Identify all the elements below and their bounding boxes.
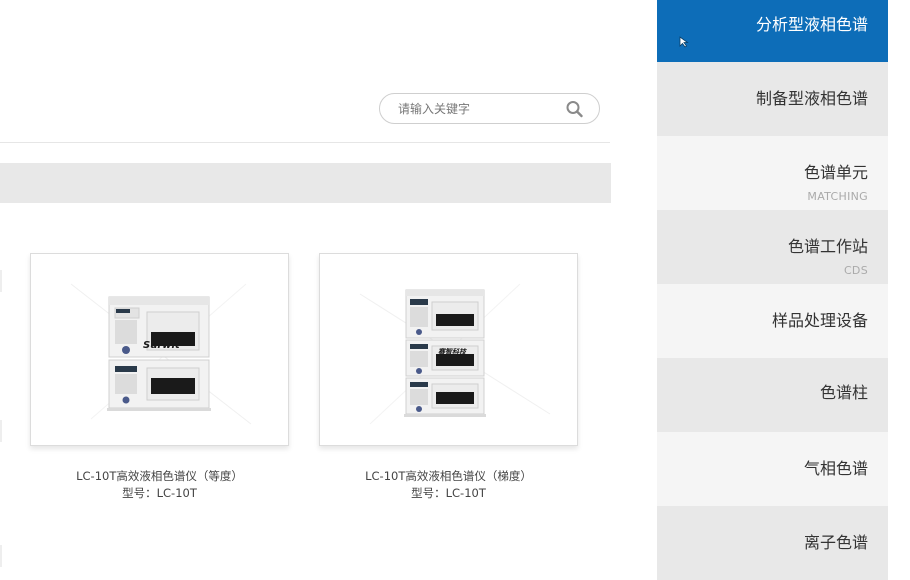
sidebar-item-preparative-lc[interactable]: 制备型液相色谱 [657,62,888,136]
edge-mark [0,545,2,567]
sidebar-item-label: 制备型液相色谱 [755,89,868,108]
sidebar-item-label: 色谱柱 [819,383,868,402]
search-icon[interactable] [565,100,585,118]
product-card[interactable]: 赛智科技 LC-10T高效液相色谱仪（梯度） 型号：LC-10T [319,253,578,502]
product-name[interactable]: LC-10T高效液相色谱仪（梯度） [319,468,578,485]
sidebar-item-cds[interactable]: 色谱工作站 CDS [657,210,888,284]
hplc-isocratic-instrument-image: Surwit [70,283,252,425]
sidebar-item-label: 样品处理设备 [771,311,868,330]
sidebar-item-chromatography-units[interactable]: 色谱单元 MATCHING [657,136,888,210]
sidebar-item-sublabel: MATCHING [807,190,868,203]
product-model: 型号：LC-10T [122,486,197,500]
category-title-bar [0,163,611,203]
sidebar-item-ion-chromatography[interactable]: 离子色谱 [657,506,888,580]
brand-text: Surwit [143,340,181,351]
edge-mark [0,270,2,292]
header-divider [0,142,610,143]
sidebar-item-label: 色谱单元 [803,163,868,182]
search-box [379,93,600,124]
product-model: 型号：LC-10T [411,486,486,500]
sidebar-item-label: 离子色谱 [803,533,868,552]
product-card[interactable]: Surwit LC-10T高效液相色谱仪（等度） 型号：LC-10T [30,253,289,502]
product-image-frame[interactable]: 赛智科技 [319,253,578,446]
product-caption: LC-10T高效液相色谱仪（梯度） 型号：LC-10T [319,468,578,502]
sidebar-item-columns[interactable]: 色谱柱 [657,358,888,432]
sidebar-item-label: 气相色谱 [803,459,868,478]
edge-mark [0,420,2,442]
product-image-frame[interactable]: Surwit [30,253,289,446]
sidebar-item-analytical-lc[interactable]: 分析型液相色谱 [657,0,888,62]
sidebar-item-sublabel: CDS [843,264,868,277]
product-name[interactable]: LC-10T高效液相色谱仪（等度） [30,468,289,485]
mouse-cursor-icon [679,36,689,48]
sidebar-item-label: 色谱工作站 [787,237,868,256]
search-input[interactable] [398,100,558,118]
sidebar-item-sample-prep[interactable]: 样品处理设备 [657,284,888,358]
sidebar-item-label: 分析型液相色谱 [755,15,868,34]
product-caption: LC-10T高效液相色谱仪（等度） 型号：LC-10T [30,468,289,502]
brand-text: 赛智科技 [438,347,467,356]
hplc-gradient-instrument-image: 赛智科技 [359,283,551,425]
sidebar-item-gas-chromatography[interactable]: 气相色谱 [657,432,888,506]
